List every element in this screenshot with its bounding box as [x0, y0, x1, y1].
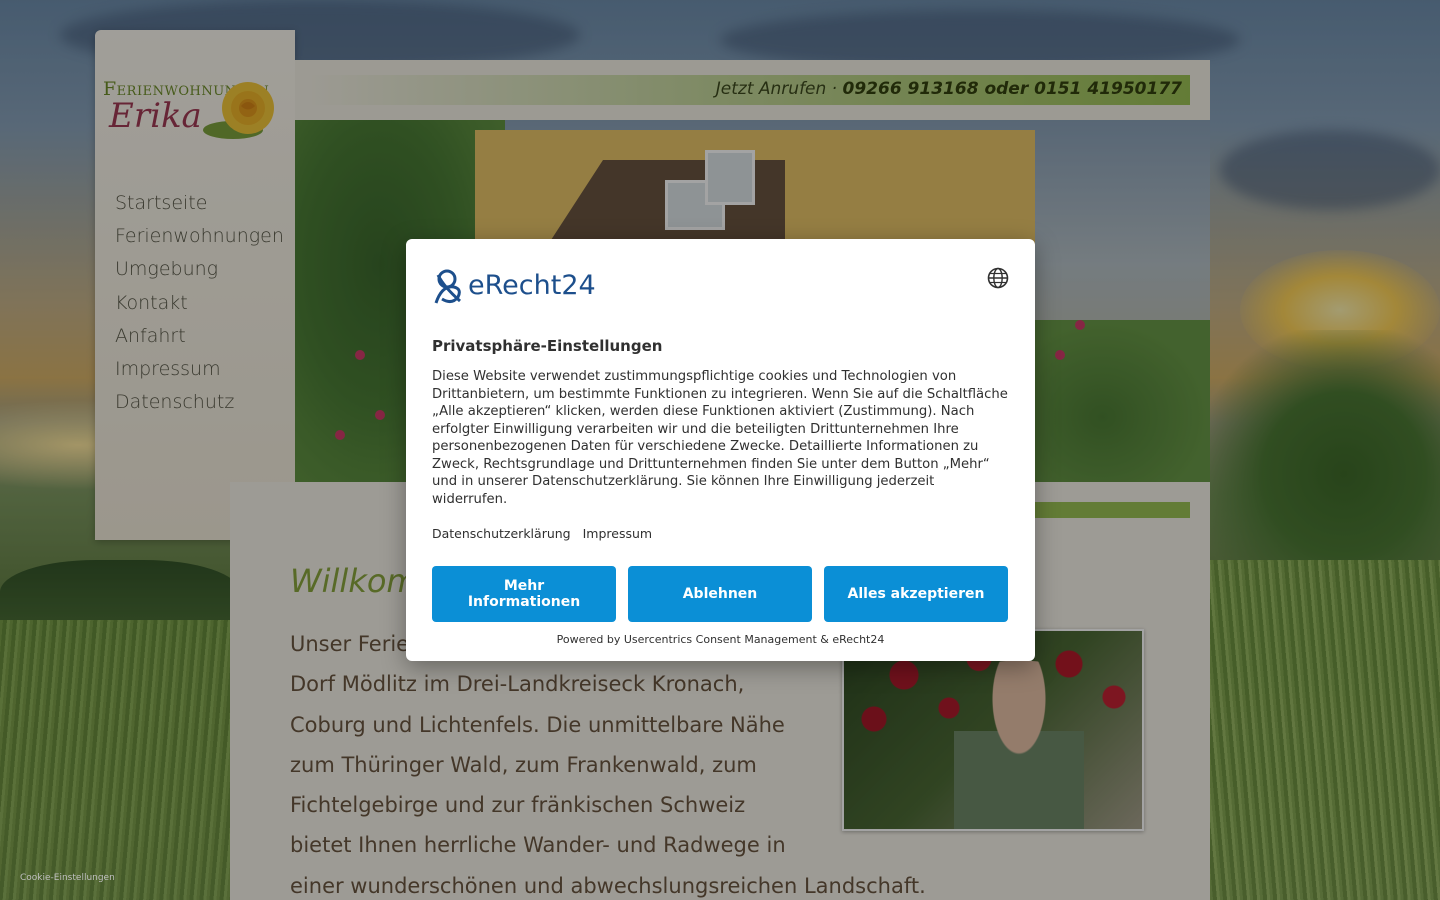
- brand-name: eRecht24: [468, 269, 596, 301]
- consent-links: Datenschutzerklärung Impressum: [432, 526, 652, 541]
- cookie-settings-link[interactable]: Cookie-Einstellungen: [20, 873, 115, 883]
- deny-button[interactable]: Ablehnen: [628, 566, 812, 622]
- consent-buttons: Mehr Informationen Ablehnen Alles akzept…: [432, 566, 1008, 622]
- powered-by-text: Powered by Usercentrics Consent Manageme…: [556, 633, 885, 646]
- consent-title: Privatsphäre-Einstellungen: [432, 337, 663, 355]
- brand-logo: eRecht24: [432, 265, 596, 305]
- erecht24-logo-icon: [434, 269, 461, 304]
- accept-all-button[interactable]: Alles akzeptieren: [824, 566, 1008, 622]
- more-info-button[interactable]: Mehr Informationen: [432, 566, 616, 622]
- privacy-policy-link[interactable]: Datenschutzerklärung: [432, 526, 571, 541]
- globe-icon[interactable]: [987, 267, 1009, 289]
- consent-dialog: eRecht24 Privatsphäre-Einstellungen Dies…: [406, 239, 1035, 661]
- imprint-link[interactable]: Impressum: [583, 526, 652, 541]
- consent-description: Diese Website verwendet zustimmungspflic…: [432, 369, 1008, 507]
